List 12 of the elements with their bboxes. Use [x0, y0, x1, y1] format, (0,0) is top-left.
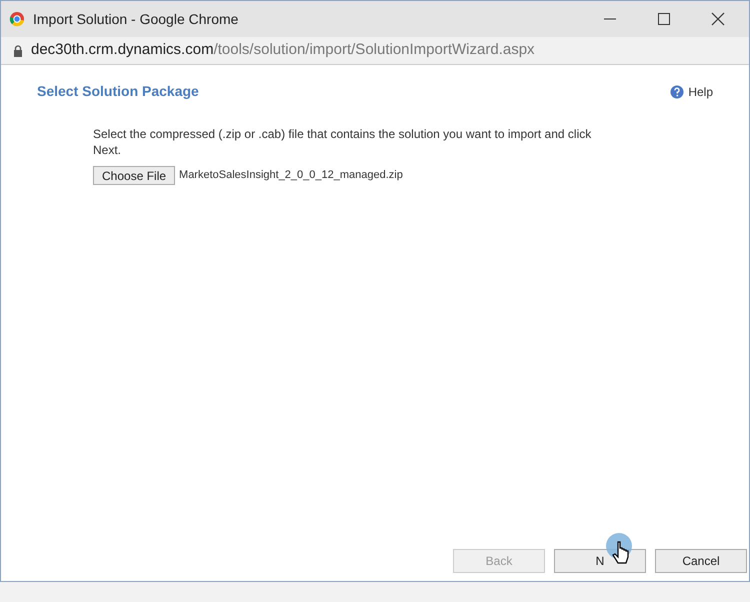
lock-icon: [13, 44, 23, 56]
help-link[interactable]: Help: [688, 82, 713, 100]
file-name: MarketoSalesInsight_2_0_0_12_managed.zip: [179, 168, 403, 184]
help-icon: [670, 84, 684, 98]
url-text: dec30th.crm.dynamics.com/tools/solution/import/SolutionImportWizard.aspx: [31, 40, 535, 60]
browser-logo-icon: [9, 11, 25, 27]
page-heading: Select Solution Package: [37, 82, 199, 101]
address-bar[interactable]: dec30th.crm.dynamics.com/tools/solution/import/SolutionImportWizard.aspx: [1, 37, 749, 65]
window-title: Import Solution - Google Chrome: [33, 10, 238, 29]
instruction-text: Select the compressed (.zip or .cab) file that contains the solution you want to import and click Next.: [93, 126, 592, 158]
wizard-button[interactable]: Cancel: [655, 549, 747, 573]
choose-file-button[interactable]: Choose File: [93, 166, 176, 185]
